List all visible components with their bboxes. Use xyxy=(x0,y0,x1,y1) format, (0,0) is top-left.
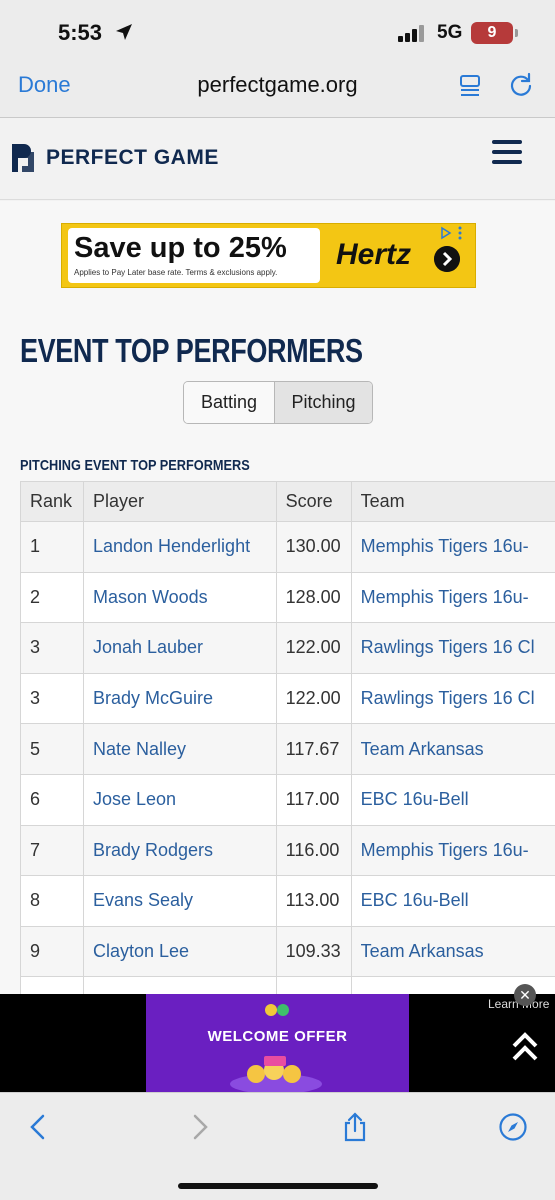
reload-icon[interactable] xyxy=(508,72,534,98)
player-link[interactable]: Brady Rodgers xyxy=(82,824,277,877)
scroll-to-top-icon[interactable] xyxy=(510,1030,540,1064)
promo-title: WELCOME OFFER xyxy=(207,1028,348,1045)
table-row: 9 Clayton Lee 109.33 Team Arkansas xyxy=(20,925,555,978)
casino-logo-icon xyxy=(265,1004,289,1016)
rank-cell: 1 xyxy=(20,521,84,573)
top-performers-table: Rank Player Score Team 1 Landon Henderli… xyxy=(20,481,555,1028)
team-link[interactable]: Rawlings Tigers 16 Cl xyxy=(350,622,555,674)
team-link[interactable]: EBC 16u-Bell xyxy=(350,773,555,826)
column-header-score[interactable]: Score xyxy=(275,481,352,522)
team-link[interactable]: Memphis Tigers 16u- xyxy=(350,571,555,624)
home-indicator xyxy=(178,1183,378,1189)
team-link[interactable]: Memphis Tigers 16u- xyxy=(350,824,555,877)
location-arrow-icon xyxy=(116,24,132,40)
compass-icon[interactable] xyxy=(498,1112,528,1142)
page-title: EVENT TOP PERFORMERS xyxy=(20,332,363,369)
table-row: 7 Brady Rodgers 116.00 Memphis Tigers 16… xyxy=(20,824,555,877)
player-link[interactable]: Jonah Lauber xyxy=(82,622,277,674)
screen: 5:53 5G 9 Done perfectgame.org PERFECT G… xyxy=(0,0,555,1200)
table-row: 2 Mason Woods 128.00 Memphis Tigers 16u- xyxy=(20,571,555,624)
rank-cell: 6 xyxy=(20,773,84,826)
table-row: 3 Brady McGuire 122.00 Rawlings Tigers 1… xyxy=(20,672,555,725)
table-title: PITCHING EVENT TOP PERFORMERS xyxy=(20,457,250,474)
network-type: 5G xyxy=(437,22,463,43)
status-time: 5:53 xyxy=(58,20,103,45)
score-cell: 122.00 xyxy=(275,622,352,674)
table-row: 5 Nate Nalley 117.67 Team Arkansas xyxy=(20,723,555,775)
rank-cell: 3 xyxy=(20,622,84,674)
rank-cell: 9 xyxy=(20,925,84,978)
score-cell: 109.33 xyxy=(275,925,352,978)
ad-fine-print: Applies to Pay Later base rate. Terms & … xyxy=(74,268,278,277)
rank-cell: 8 xyxy=(20,875,84,927)
signal-icon xyxy=(398,24,428,42)
table-row: 6 Jose Leon 117.00 EBC 16u-Bell xyxy=(20,773,555,826)
ad-headline: Save up to 25% xyxy=(74,232,287,264)
site-logo-text[interactable]: PERFECT GAME xyxy=(46,146,219,170)
team-link[interactable]: Team Arkansas xyxy=(350,723,555,775)
coins-icon xyxy=(230,1056,322,1092)
player-link[interactable]: Brady McGuire xyxy=(82,672,277,725)
player-link[interactable]: Clayton Lee xyxy=(82,925,277,978)
team-link[interactable]: Team Arkansas xyxy=(350,925,555,978)
score-cell: 117.67 xyxy=(275,723,352,775)
score-cell: 122.00 xyxy=(275,672,352,725)
score-cell: 130.00 xyxy=(275,521,352,573)
player-link[interactable]: Evans Sealy xyxy=(82,875,277,927)
score-cell: 116.00 xyxy=(275,824,352,877)
score-cell: 128.00 xyxy=(275,571,352,624)
share-icon[interactable] xyxy=(340,1112,370,1142)
column-header-rank[interactable]: Rank xyxy=(20,481,84,522)
tab-batting[interactable]: Batting xyxy=(184,382,275,423)
column-header-team[interactable]: Team xyxy=(350,481,555,522)
player-link[interactable]: Nate Nalley xyxy=(82,723,277,775)
rank-cell: 5 xyxy=(20,723,84,775)
player-link[interactable]: Mason Woods xyxy=(82,571,277,624)
player-link[interactable]: Landon Henderlight xyxy=(82,521,277,573)
ad-brand: Hertz xyxy=(336,238,412,271)
rank-cell: 3 xyxy=(20,672,84,725)
table-header-row: Rank Player Score Team xyxy=(20,481,555,522)
column-header-player[interactable]: Player xyxy=(82,481,277,522)
battery-indicator: 9 xyxy=(471,22,513,44)
score-cell: 113.00 xyxy=(275,875,352,927)
team-link[interactable]: EBC 16u-Bell xyxy=(350,875,555,927)
table-row: 8 Evans Sealy 113.00 EBC 16u-Bell xyxy=(20,875,555,927)
rank-cell: 7 xyxy=(20,824,84,877)
back-icon[interactable] xyxy=(24,1112,54,1142)
player-link[interactable]: Jose Leon xyxy=(82,773,277,826)
close-ad-button[interactable]: ✕ xyxy=(514,984,536,1006)
table-row: 3 Jonah Lauber 122.00 Rawlings Tigers 16… xyxy=(20,622,555,674)
browser-top-bar xyxy=(0,0,555,118)
score-cell: 117.00 xyxy=(275,773,352,826)
ad-arrow-icon[interactable] xyxy=(434,246,460,272)
table-row: 1 Landon Henderlight 130.00 Memphis Tige… xyxy=(20,521,555,573)
team-link[interactable]: Rawlings Tigers 16 Cl xyxy=(350,672,555,725)
reader-view-icon[interactable] xyxy=(458,74,482,98)
forward-icon[interactable] xyxy=(184,1112,214,1142)
perfect-game-logo-icon[interactable] xyxy=(10,142,36,174)
menu-icon[interactable] xyxy=(492,140,522,164)
tab-pitching[interactable]: Pitching xyxy=(275,382,372,423)
battery-tip xyxy=(515,29,518,37)
welcome-offer-ad[interactable]: WELCOME OFFER xyxy=(146,994,409,1092)
team-link[interactable]: Memphis Tigers 16u- xyxy=(350,521,555,573)
stat-type-tabs: Batting Pitching xyxy=(183,381,373,424)
ad-choices-icon[interactable] xyxy=(438,225,466,241)
hertz-ad-banner[interactable]: Save up to 25% Applies to Pay Later base… xyxy=(61,223,476,288)
rank-cell: 2 xyxy=(20,571,84,624)
